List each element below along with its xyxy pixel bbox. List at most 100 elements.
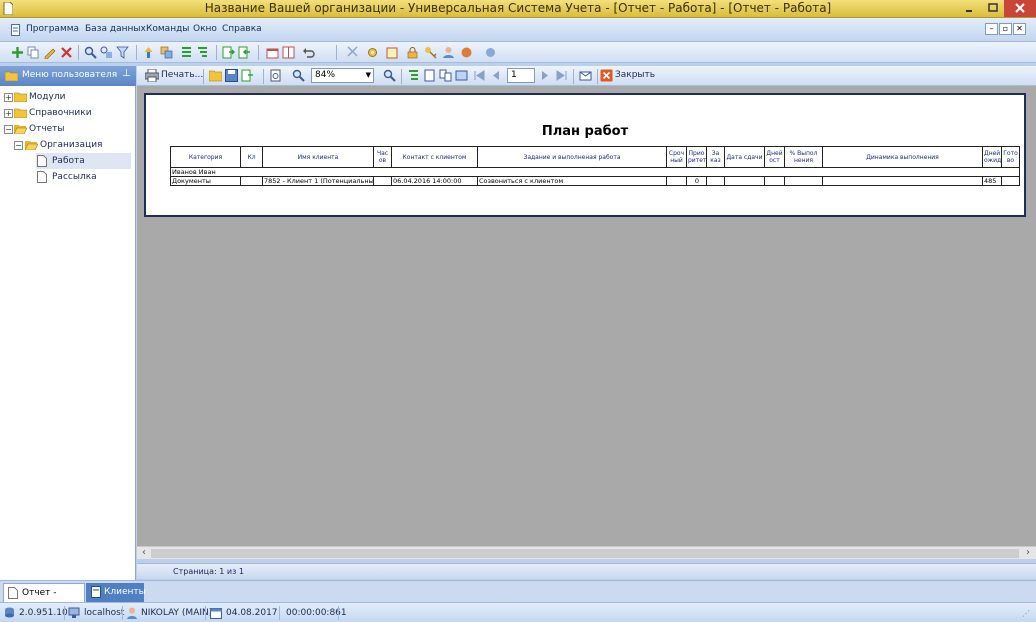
cell-priority: 0: [686, 176, 707, 186]
close-window-button[interactable]: [1004, 0, 1036, 17]
zoom-icon[interactable]: [292, 69, 305, 82]
folder-icon: [14, 108, 27, 118]
sort-down-icon[interactable]: [160, 46, 173, 59]
window-tabs: Отчет - Работа Клиенты: [0, 580, 1036, 616]
scroll-right-icon[interactable]: ›: [1026, 547, 1030, 558]
page-number-input[interactable]: 1: [507, 68, 535, 83]
open-icon[interactable]: [209, 69, 222, 82]
window-new-icon[interactable]: [266, 46, 279, 59]
collapse-icon[interactable]: −: [4, 125, 13, 134]
menu-help[interactable]: Справка: [222, 24, 262, 34]
tree-item-modules[interactable]: + Модули: [0, 89, 135, 105]
plugin-icon[interactable]: [460, 46, 473, 59]
toolbar-separator: [216, 45, 217, 60]
menu-commands[interactable]: Команды: [146, 24, 189, 34]
users-icon[interactable]: [442, 46, 455, 59]
printer-icon[interactable]: [145, 69, 159, 82]
menu-program[interactable]: Программа: [26, 24, 79, 34]
tree-label: Организация: [40, 140, 103, 150]
tab-clients[interactable]: Клиенты: [86, 583, 146, 602]
menu-window[interactable]: Окно: [193, 24, 217, 34]
toolbar-separator: [336, 45, 337, 60]
filter-icon[interactable]: [116, 46, 129, 59]
key-icon[interactable]: [424, 46, 437, 59]
settings-icon[interactable]: [366, 46, 379, 59]
zoom-select[interactable]: 84% ▼: [311, 68, 374, 83]
column-header: Динамика выполнения: [822, 146, 983, 168]
multi-page-icon[interactable]: [439, 69, 452, 82]
status-separator: [64, 606, 65, 620]
cell-urgent: [666, 176, 687, 186]
horizontal-scrollbar[interactable]: ‹ ›: [137, 546, 1036, 559]
export-icon[interactable]: [241, 69, 254, 82]
tree-expand-icon[interactable]: [180, 46, 193, 59]
open-folder-icon: [14, 124, 27, 134]
tree-collapse-icon[interactable]: [196, 46, 209, 59]
cell-order: [706, 176, 725, 186]
tree-view-icon[interactable]: [407, 69, 420, 82]
expand-icon[interactable]: +: [4, 93, 13, 102]
previous-page-icon[interactable]: [489, 69, 502, 82]
collapse-icon[interactable]: −: [14, 141, 23, 150]
email-icon[interactable]: [579, 69, 592, 82]
server-label: localhost: [84, 608, 125, 618]
first-page-icon[interactable]: [473, 69, 486, 82]
edit-icon[interactable]: [43, 46, 56, 59]
add-icon[interactable]: [11, 46, 24, 59]
column-header: Час ов: [373, 146, 392, 168]
resize-grip-icon[interactable]: ⋰: [1022, 609, 1030, 618]
column-header: Гото во: [1001, 146, 1020, 168]
tab-report-work[interactable]: Отчет - Работа: [3, 583, 85, 616]
export-icon[interactable]: [222, 46, 235, 59]
report-title: План работ: [541, 124, 629, 139]
tree-item-reports[interactable]: − Отчеты: [0, 121, 135, 137]
search-icon[interactable]: [84, 46, 97, 59]
tree-item-references[interactable]: + Справочники: [0, 105, 135, 121]
info-icon[interactable]: [484, 46, 497, 59]
report-table: Категория Кл Имя клиента Час ов Контакт …: [170, 146, 1020, 186]
column-header: Категория: [170, 146, 241, 168]
expand-icon[interactable]: +: [4, 109, 13, 118]
tree-item-mailing[interactable]: Рассылка: [36, 169, 131, 185]
mdi-restore-button[interactable]: ▫: [999, 23, 1012, 35]
cut-icon[interactable]: [346, 46, 359, 59]
window-tile-icon[interactable]: [282, 46, 295, 59]
save-icon[interactable]: [225, 69, 238, 82]
pin-icon[interactable]: ⊥: [122, 68, 131, 79]
undo-icon[interactable]: [302, 46, 315, 59]
column-header: Дней ожид: [982, 146, 1002, 168]
cell-kl: [240, 176, 263, 186]
tree-item-work[interactable]: Работа: [36, 153, 131, 169]
last-page-icon[interactable]: [555, 69, 568, 82]
toolbar-separator: [136, 45, 137, 60]
status-separator: [338, 606, 339, 620]
sort-up-icon[interactable]: [142, 46, 155, 59]
next-page-icon[interactable]: [539, 69, 552, 82]
folder-icon: [14, 92, 27, 102]
note-icon[interactable]: [386, 46, 399, 59]
close-icon[interactable]: [600, 69, 613, 82]
close-report-button[interactable]: Закрыть: [615, 70, 655, 80]
background-icon[interactable]: [455, 69, 468, 82]
tree-item-organization[interactable]: − Организация: [0, 137, 135, 153]
find-replace-icon[interactable]: [100, 46, 113, 59]
one-page-icon[interactable]: [423, 69, 436, 82]
minimize-button[interactable]: [958, 0, 980, 17]
user-icon: [126, 607, 138, 619]
scroll-left-icon[interactable]: ‹: [142, 547, 146, 558]
page-setup-icon[interactable]: [269, 69, 282, 82]
copy-icon[interactable]: [27, 46, 40, 59]
lock-icon[interactable]: [406, 46, 419, 59]
print-button[interactable]: Печать...: [161, 70, 203, 80]
maximize-button[interactable]: [982, 0, 1004, 17]
cell-client: 7852 - Клиент 1 (Потенциальный): [262, 176, 374, 186]
document-icon: [37, 171, 47, 183]
delete-icon[interactable]: [60, 46, 73, 59]
import-icon[interactable]: [238, 46, 251, 59]
mdi-close-button[interactable]: ✕: [1013, 23, 1026, 35]
menu-database[interactable]: База данных: [85, 24, 146, 34]
cell-due-date: [724, 176, 765, 186]
zoom-in-icon[interactable]: [383, 69, 396, 82]
scrollbar-thumb[interactable]: [151, 549, 1019, 558]
mdi-minimize-button[interactable]: –: [985, 23, 998, 35]
